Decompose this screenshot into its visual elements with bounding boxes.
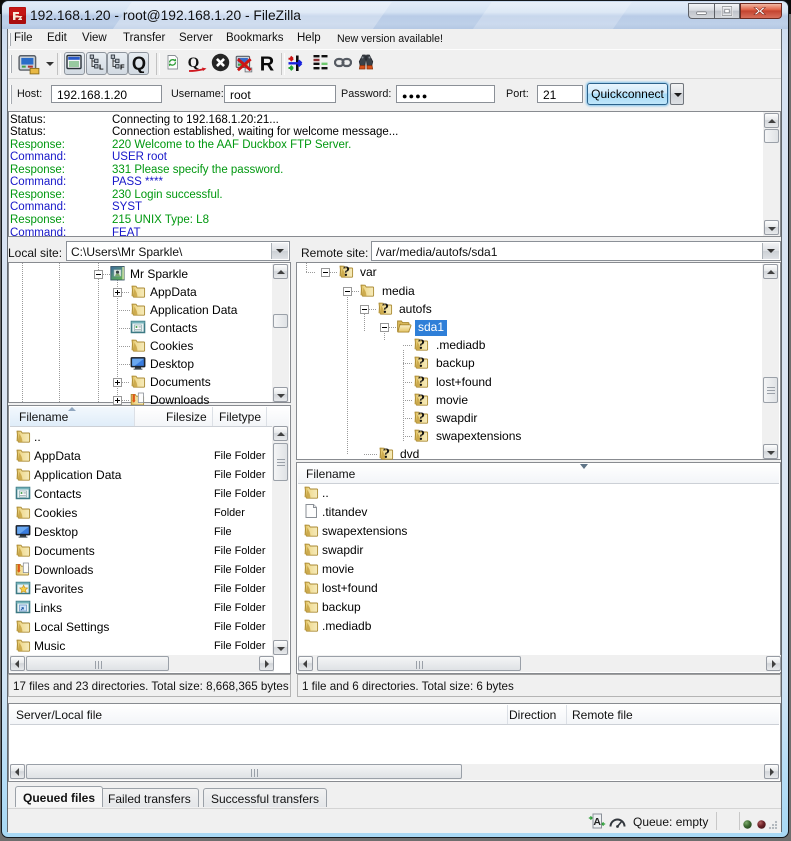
svg-text:F: F	[120, 63, 125, 72]
svg-text:A: A	[593, 816, 601, 828]
svg-text:Q: Q	[188, 55, 200, 71]
svg-text:R: R	[260, 54, 275, 75]
svg-text:Q: Q	[132, 53, 146, 73]
svg-text:L: L	[99, 63, 104, 72]
